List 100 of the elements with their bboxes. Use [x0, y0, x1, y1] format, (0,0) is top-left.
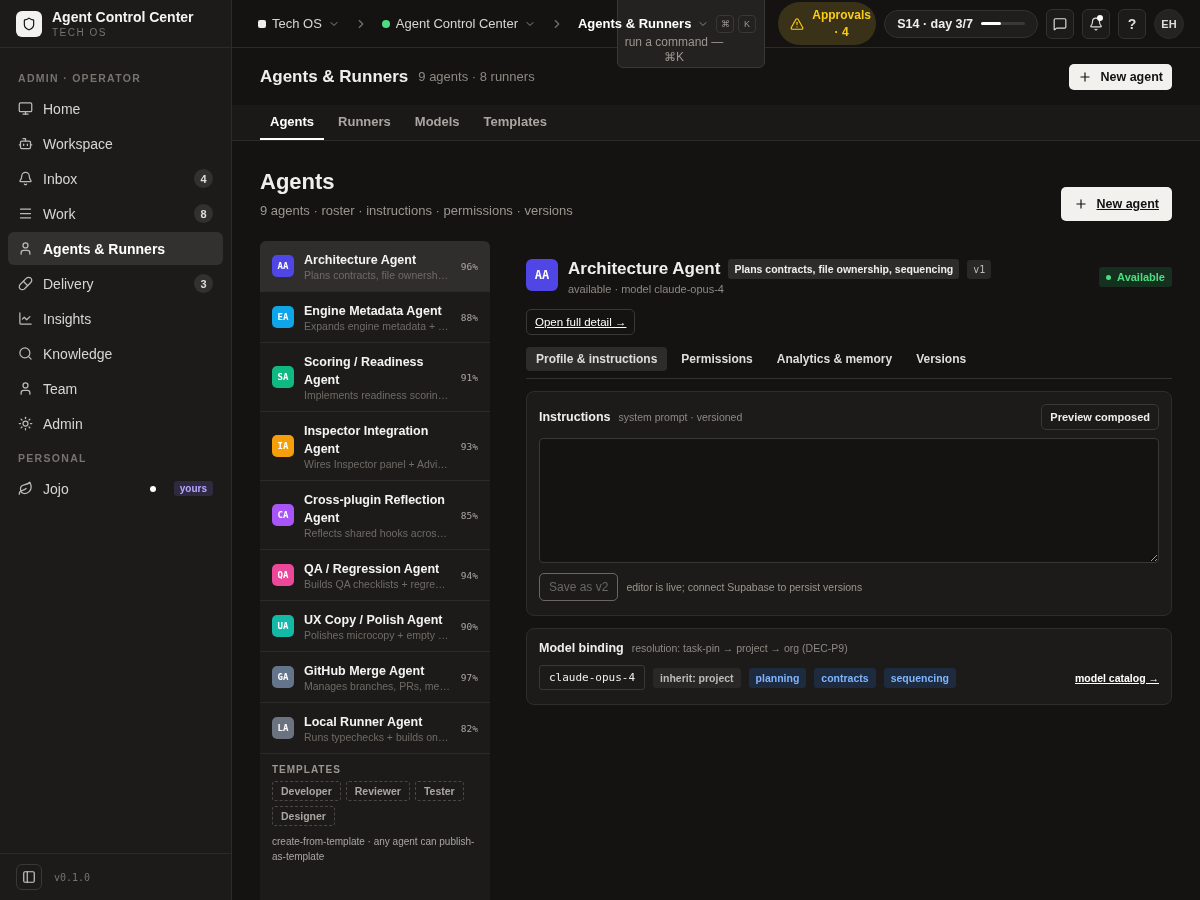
agent-score: 94% [460, 569, 478, 581]
template-chip[interactable]: Reviewer [345, 781, 410, 801]
sidebar-item[interactable]: Delivery 3 [8, 267, 223, 300]
agent-avatar: GA [272, 666, 294, 688]
menu-icon [18, 206, 33, 221]
agent-name: Engine Metadata Agent [304, 303, 443, 320]
page-meta: 9 agents · 8 runners [418, 69, 535, 84]
model-catalog-link[interactable]: model catalog → [1075, 671, 1159, 684]
agent-description: Manages branches, PRs, me… [304, 680, 451, 692]
sun-icon [18, 416, 33, 431]
agent-name: QA / Regression Agent [304, 561, 441, 578]
sidebar-item[interactable]: Workspace [8, 127, 223, 160]
agent-row[interactable]: UA UX Copy / Polish Agent Polishes microcopy + empty … 90% [260, 601, 490, 652]
card-title: Instructions [539, 410, 611, 424]
owner-tag: yours [173, 481, 213, 496]
sidebar-item-label: Agents & Runners [43, 240, 167, 257]
agent-name: Architecture Agent [304, 252, 418, 269]
agent-score: 97% [460, 671, 478, 683]
breadcrumb[interactable]: Agent Control Center [381, 16, 536, 31]
open-detail-link[interactable]: Open full detail → [526, 309, 636, 335]
tab[interactable]: Agents [260, 105, 325, 140]
agent-row[interactable]: CA Cross-plugin Reflection Agent Reflects shared hooks acros… 85% [260, 481, 490, 550]
keyboard-key: K [738, 15, 756, 33]
model-tag: inherit: project [653, 667, 741, 688]
agent-row[interactable]: LA Local Runner Agent Runs typechecks + builds on… 82% [260, 703, 490, 754]
tab[interactable]: Profile & instructions [526, 347, 668, 371]
agent-row[interactable]: SA Scoring / Readiness Agent Implements readiness scorin… 91% [260, 343, 490, 412]
agent-name: Scoring / Readiness Agent [304, 354, 425, 389]
model-tag: contracts [814, 667, 876, 688]
status-dot [381, 19, 390, 28]
agent-description: Reflects shared hooks acros… [304, 527, 448, 539]
sidebar-item[interactable]: Work 8 [8, 197, 223, 230]
breadcrumb[interactable]: Tech OS [258, 16, 340, 31]
sidebar-item-label: Work [43, 205, 77, 222]
agent-score: 88% [460, 311, 478, 323]
sidebar-item-label: Delivery [43, 275, 95, 292]
warning-icon [790, 16, 805, 31]
chat-button[interactable] [1046, 8, 1074, 39]
sidebar-item-label: Jojo [43, 480, 70, 497]
tab[interactable]: Permissions [671, 347, 763, 371]
sidebar-item[interactable]: Admin [8, 407, 223, 440]
template-chip[interactable]: Designer [272, 806, 335, 826]
sidebar-item[interactable]: Home [8, 92, 223, 125]
version-tag: v1 [967, 259, 992, 279]
agent-tag: Plans contracts, file ownership, sequencing [728, 259, 960, 279]
agent-score: 85% [460, 509, 478, 521]
agent-row[interactable]: QA QA / Regression Agent Builds QA checklists + regre… 94% [260, 550, 490, 601]
card-title: Model binding [539, 641, 624, 655]
tab[interactable]: Models [404, 105, 470, 140]
keyboard-key: ⌘ [716, 15, 734, 33]
card-meta: system prompt · versioned [618, 411, 743, 423]
agent-score: 90% [460, 620, 478, 632]
agent-score: 93% [460, 440, 478, 452]
sidebar-heading: PERSONAL [17, 451, 88, 466]
agent-row[interactable]: GA GitHub Merge Agent Manages branches, PRs, me… 97% [260, 652, 490, 703]
sidebar-item[interactable]: Agents & Runners [8, 232, 223, 265]
help-button[interactable]: ? [1118, 8, 1146, 39]
square-icon [258, 19, 266, 28]
sidebar-item[interactable]: Jojo yours [8, 472, 223, 505]
notifications-button[interactable] [1082, 8, 1110, 39]
approvals-button[interactable]: Approvals · 4 [778, 2, 877, 45]
agent-score: 96% [460, 260, 478, 272]
section-title: Agents [260, 169, 336, 195]
section-subtitle: 9 agents · roster · instructions · permissions · versions [260, 203, 573, 218]
breadcrumb[interactable]: Agents & Runners [578, 16, 710, 31]
plus-icon [1078, 69, 1093, 84]
model-tag: planning [748, 667, 807, 688]
template-chip[interactable]: Tester [414, 781, 464, 801]
line-chart-icon [18, 311, 33, 326]
agent-avatar: LA [272, 717, 294, 739]
sprint-indicator[interactable]: S14 · day 3/7 [884, 9, 1038, 38]
template-chip[interactable]: Developer [272, 781, 341, 801]
model-name: claude-opus-4 [539, 665, 646, 690]
bell-icon [1089, 16, 1103, 31]
model-tag: sequencing [883, 667, 956, 688]
new-agent-button[interactable]: New agent [1061, 187, 1172, 221]
sidebar-item[interactable]: Knowledge [8, 337, 223, 370]
tab[interactable]: Versions [906, 347, 977, 371]
sidebar-item-label: Workspace [43, 135, 114, 152]
agent-title: Architecture Agent [568, 259, 721, 279]
tab[interactable]: Analytics & memory [766, 347, 903, 371]
sidebar-item[interactable]: Inbox 4 [8, 162, 223, 195]
agent-avatar: AA [526, 259, 558, 291]
agent-avatar: IA [272, 435, 294, 457]
agent-name: Local Runner Agent [304, 714, 424, 731]
user-avatar[interactable]: EH [1154, 8, 1184, 39]
preview-button[interactable]: Preview composed [1041, 404, 1159, 430]
agent-description: Expands engine metadata + … [304, 320, 450, 332]
new-agent-button[interactable]: New agent [1069, 63, 1172, 90]
sidebar-toggle-button[interactable] [16, 864, 42, 890]
sidebar-item-label: Inbox [43, 170, 79, 187]
sidebar-item[interactable]: Insights [8, 302, 223, 335]
agent-row[interactable]: EA Engine Metadata Agent Expands engine metadata + … 88% [260, 292, 490, 343]
tab[interactable]: Runners [328, 105, 401, 140]
templates-note: create-from-template · any agent can publish-as-template [272, 835, 476, 864]
agent-row[interactable]: AA Architecture Agent Plans contracts, file ownersh… 96% [260, 241, 490, 292]
tab[interactable]: Templates [473, 105, 557, 140]
sidebar-item[interactable]: Team [8, 372, 223, 405]
agent-avatar: UA [272, 615, 294, 637]
agent-row[interactable]: IA Inspector Integration Agent Wires Inspector panel + Advi… 93% [260, 412, 490, 481]
